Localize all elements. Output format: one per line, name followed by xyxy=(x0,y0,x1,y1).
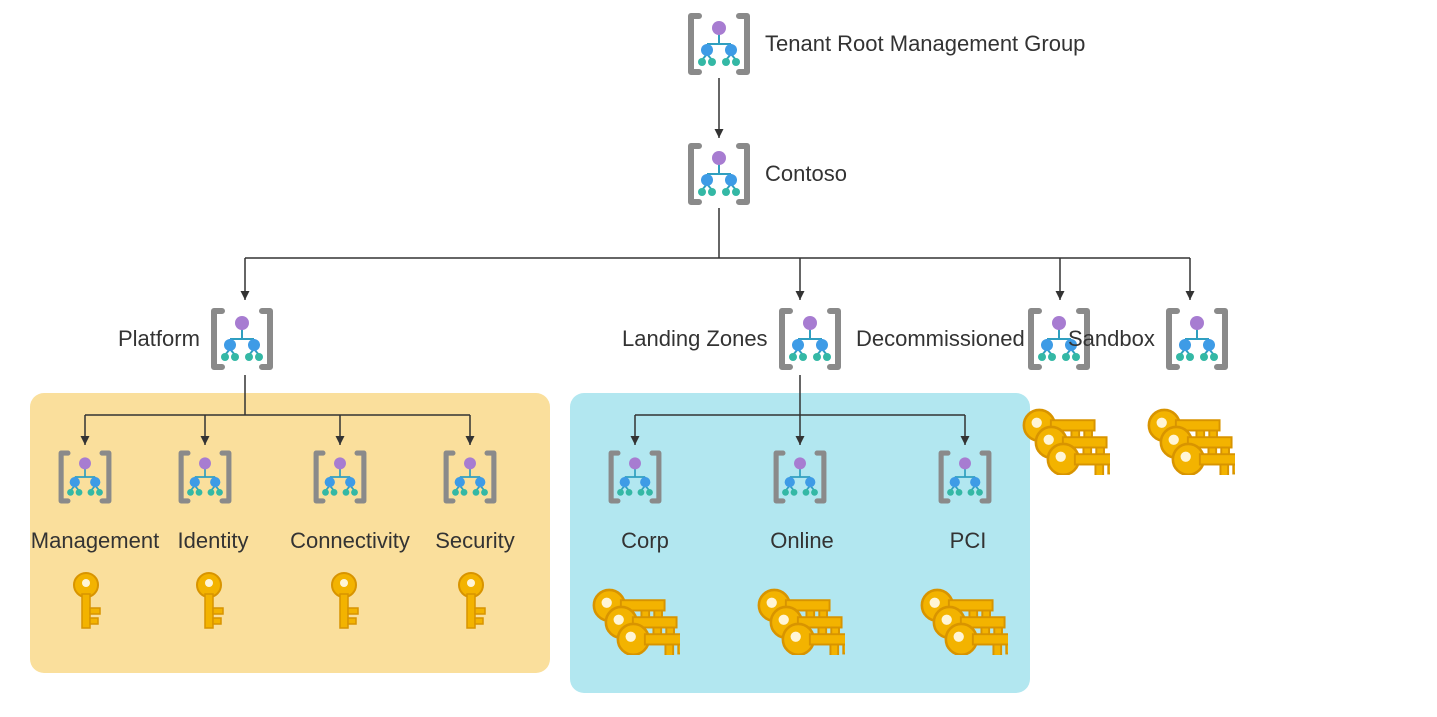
keys-sandbox xyxy=(1145,395,1235,480)
node-tenant-root: Tenant Root Management Group xyxy=(685,10,1085,78)
node-management xyxy=(56,448,114,506)
management-group-icon xyxy=(176,448,234,506)
node-contoso: Contoso xyxy=(685,140,847,208)
label-corp: Corp xyxy=(595,528,695,554)
key-icon xyxy=(65,570,107,635)
keys-decommissioned xyxy=(1020,395,1110,480)
key-identity xyxy=(188,570,230,640)
node-decommissioned: Decommissioned xyxy=(856,305,1101,373)
label-landing-zones: Landing Zones xyxy=(622,326,768,352)
node-corp xyxy=(606,448,664,506)
label-pci: PCI xyxy=(928,528,1008,554)
management-group-icon xyxy=(208,305,276,373)
label-security: Security xyxy=(425,528,525,554)
management-group-icon xyxy=(606,448,664,506)
keys-online xyxy=(755,575,845,660)
management-group-icon xyxy=(771,448,829,506)
node-online xyxy=(771,448,829,506)
label-decommissioned: Decommissioned xyxy=(856,326,1025,352)
management-group-icon xyxy=(56,448,114,506)
label-platform: Platform xyxy=(118,326,200,352)
management-group-icon xyxy=(936,448,994,506)
label-identity: Identity xyxy=(163,528,263,554)
label-online: Online xyxy=(752,528,852,554)
key-icon xyxy=(323,570,365,635)
key-security xyxy=(450,570,492,640)
node-sandbox: Sandbox xyxy=(1068,305,1231,373)
diagram-canvas: Tenant Root Management Group Contoso Pla… xyxy=(0,0,1437,717)
keys-pci xyxy=(918,575,1008,660)
node-connectivity xyxy=(311,448,369,506)
management-group-icon xyxy=(776,305,844,373)
keys-icon xyxy=(1020,395,1110,475)
keys-corp xyxy=(590,575,680,660)
keys-icon xyxy=(1145,395,1235,475)
node-identity xyxy=(176,448,234,506)
label-management: Management xyxy=(30,528,160,554)
management-group-icon xyxy=(1163,305,1231,373)
management-group-icon xyxy=(311,448,369,506)
node-platform: Platform xyxy=(118,305,276,373)
management-group-icon xyxy=(685,10,753,78)
label-sandbox: Sandbox xyxy=(1068,326,1155,352)
label-tenant-root: Tenant Root Management Group xyxy=(765,31,1085,57)
keys-icon xyxy=(755,575,845,655)
label-connectivity: Connectivity xyxy=(280,528,420,554)
node-landing-zones: Landing Zones xyxy=(622,305,844,373)
keys-icon xyxy=(590,575,680,655)
management-group-icon xyxy=(441,448,499,506)
key-icon xyxy=(450,570,492,635)
label-contoso: Contoso xyxy=(765,161,847,187)
key-icon xyxy=(188,570,230,635)
node-pci xyxy=(936,448,994,506)
key-management xyxy=(65,570,107,640)
key-connectivity xyxy=(323,570,365,640)
keys-icon xyxy=(918,575,1008,655)
node-security xyxy=(441,448,499,506)
management-group-icon xyxy=(685,140,753,208)
